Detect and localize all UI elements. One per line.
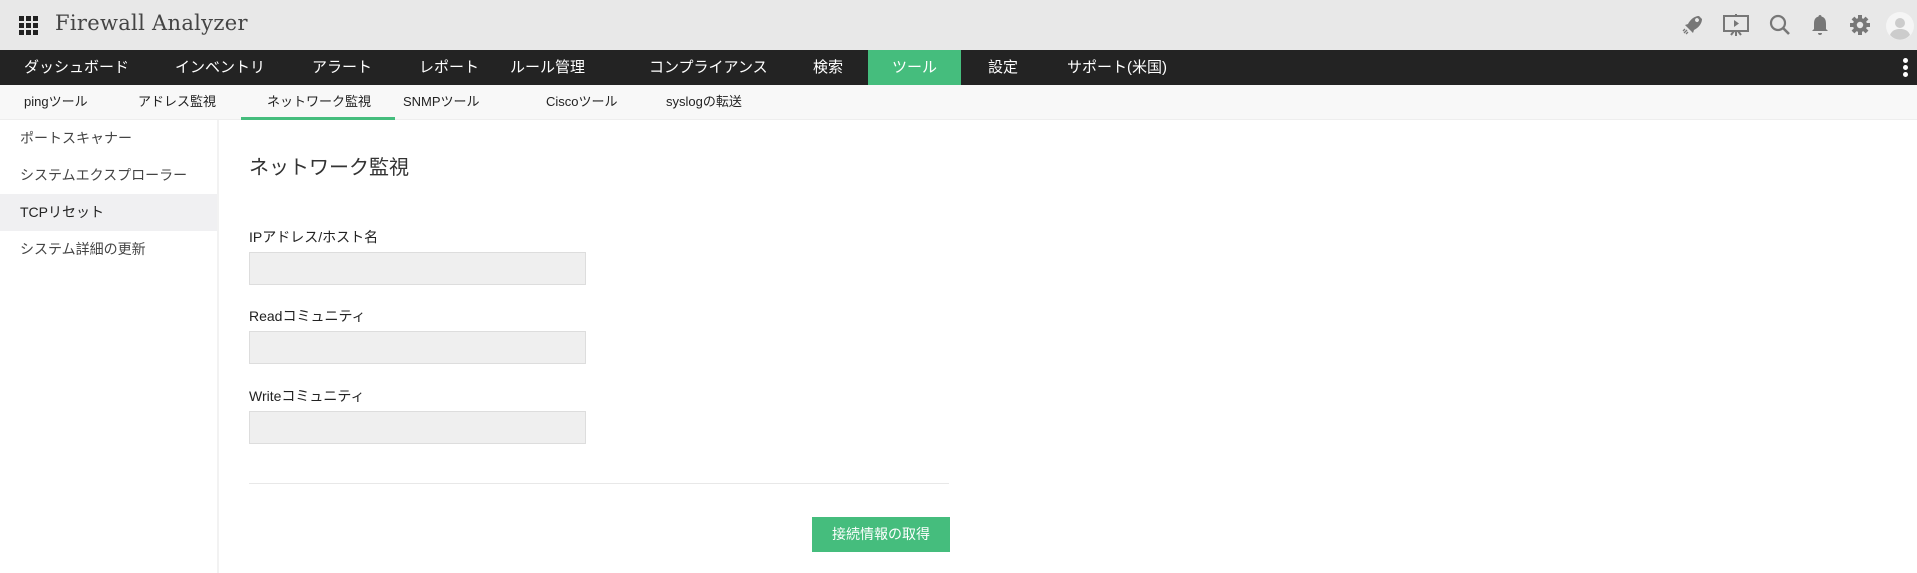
app-header: Firewall Analyzer (0, 0, 1917, 50)
ip-host-label: IPアドレス/ホスト名 (249, 229, 379, 245)
sidebar-item-port-scanner[interactable]: ポートスキャナー (0, 120, 217, 157)
nav-support[interactable]: サポート(米国) (1067, 50, 1167, 85)
nav-dashboard[interactable]: ダッシュボード (24, 50, 129, 85)
nav-settings[interactable]: 設定 (988, 50, 1018, 85)
bell-icon[interactable] (1808, 13, 1832, 37)
gear-icon[interactable] (1848, 13, 1872, 37)
tab-network-monitor[interactable]: ネットワーク監視 (267, 85, 371, 120)
nav-inventory[interactable]: インベントリ (175, 50, 265, 85)
apps-grid-icon[interactable] (19, 16, 38, 35)
more-menu-icon[interactable] (1903, 58, 1909, 79)
page-title: ネットワーク監視 (249, 157, 409, 179)
nav-compliance[interactable]: コンプライアンス (649, 50, 768, 85)
get-connection-info-button[interactable]: 接続情報の取得 (812, 517, 950, 552)
app-title: Firewall Analyzer (55, 11, 248, 35)
tab-syslog-forward[interactable]: syslogの転送 (666, 85, 742, 120)
sidebar-item-update-system-details[interactable]: システム詳細の更新 (0, 231, 217, 268)
main-nav: ダッシュボード インベントリ アラート レポート ルール管理 コンプライアンス … (0, 50, 1917, 85)
tab-snmp-tool[interactable]: SNMPツール (403, 85, 480, 120)
read-community-label: Readコミュニティ (249, 308, 366, 324)
nav-alerts[interactable]: アラート (312, 50, 372, 85)
rocket-icon[interactable] (1680, 13, 1704, 37)
write-community-label: Writeコミュニティ (249, 388, 365, 404)
nav-tools[interactable]: ツール (868, 50, 961, 85)
nav-rule-management[interactable]: ルール管理 (510, 50, 585, 85)
ip-host-input[interactable] (249, 252, 586, 285)
sidebar-item-system-explorer[interactable]: システムエクスプローラー (0, 157, 217, 194)
search-icon[interactable] (1768, 13, 1792, 37)
sidebar-item-tcp-reset[interactable]: TCPリセット (0, 194, 217, 231)
write-community-input[interactable] (249, 411, 586, 444)
read-community-input[interactable] (249, 331, 586, 364)
tab-cisco-tool[interactable]: Ciscoツール (546, 85, 618, 120)
active-tab-indicator (241, 117, 395, 120)
divider (249, 483, 949, 484)
tab-ping-tool[interactable]: pingツール (24, 85, 88, 120)
nav-reports[interactable]: レポート (419, 50, 479, 85)
nav-search[interactable]: 検索 (813, 50, 843, 85)
sidebar: ポートスキャナー システムエクスプローラー TCPリセット システム詳細の更新 (0, 120, 219, 573)
avatar-icon[interactable] (1886, 12, 1914, 40)
presentation-icon[interactable] (1722, 13, 1750, 37)
sub-nav: pingツール アドレス監視 ネットワーク監視 SNMPツール Ciscoツール… (0, 85, 1917, 120)
tab-address-monitor[interactable]: アドレス監視 (138, 85, 216, 120)
